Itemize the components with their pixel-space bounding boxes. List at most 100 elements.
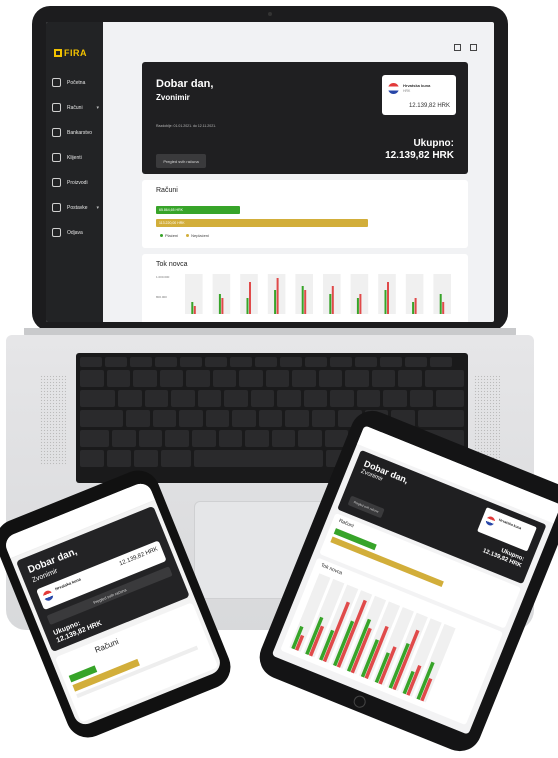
chart-bar[interactable] [414, 298, 417, 314]
chart-bar[interactable] [218, 294, 221, 314]
key [355, 357, 377, 367]
sidebar-item-proizvodi[interactable]: Proizvodi [46, 170, 103, 195]
chart-bar[interactable] [442, 302, 445, 314]
sidebar-item-racuni[interactable]: Računi ▾ [46, 95, 103, 120]
notification-icon[interactable] [454, 44, 461, 51]
key [224, 390, 248, 407]
key [118, 390, 142, 407]
key [112, 430, 136, 447]
chart-bar[interactable] [249, 282, 251, 314]
key [417, 410, 465, 427]
account-card[interactable]: Hrvatska kuna HRK 12.139,82 HRK [382, 75, 456, 115]
chart-bar[interactable] [221, 298, 224, 314]
sidebar-item-klijenti[interactable]: Klijenti [46, 145, 103, 170]
chart-bar[interactable] [329, 294, 332, 314]
home-icon [52, 78, 61, 87]
total-amount: 12.139,82 HRK [385, 150, 454, 161]
logo-text: FIRA [64, 48, 87, 58]
phone-account-amount: 12.139,82 HRK [118, 546, 159, 568]
key [285, 410, 309, 427]
sidebar-item-label: Odjava [67, 229, 83, 236]
tablet-invoices-title: Računi [337, 517, 355, 530]
chart-bar[interactable] [276, 278, 279, 314]
key [271, 430, 296, 447]
key [165, 430, 189, 447]
invoices-legend: Plaćeni Neplaćeni [160, 233, 209, 238]
sidebar-item-odjava[interactable]: Odjava [46, 220, 103, 245]
sidebar-item-bankarstvo[interactable]: Bankarstvo [46, 120, 103, 145]
laptop-screen: FIRA Početna Računi ▾ Bankarstvo Klijent… [46, 22, 494, 322]
legend-dot-paid [160, 234, 163, 237]
phone-invoices-title: Računi [93, 637, 120, 655]
chart-bar[interactable] [274, 290, 277, 314]
tablet-view-all-button[interactable]: Pregled svih računa [347, 495, 385, 519]
key [192, 430, 216, 447]
cashflow-chart: 1.000.000 800.000 [156, 274, 451, 314]
key [305, 357, 327, 367]
total-label: Ukupno: [413, 138, 454, 149]
invoices-card: Računi 65.864,65 HRK 113.220,00 HRK Plać… [142, 180, 468, 248]
chart-bar[interactable] [193, 306, 196, 314]
account-currency: HRK [403, 89, 411, 93]
key [280, 357, 302, 367]
key [380, 357, 402, 367]
invoices-title: Računi [156, 187, 178, 194]
hero-period: Razdoblje: 01.01.2021. do 12.11.2021. [156, 124, 217, 128]
key [265, 370, 290, 387]
key [298, 430, 322, 447]
chart-column-bg [405, 274, 424, 314]
key [138, 430, 163, 447]
key [186, 370, 210, 387]
key [133, 450, 158, 467]
settings-icon [52, 203, 61, 212]
chart-bar[interactable] [304, 290, 307, 314]
key [144, 390, 169, 407]
home-button[interactable] [351, 693, 368, 710]
document-icon [52, 103, 61, 112]
laptop-lid: FIRA Početna Računi ▾ Bankarstvo Klijent… [32, 6, 508, 331]
sidebar-nav: Početna Računi ▾ Bankarstvo Klijenti Pro… [46, 70, 103, 245]
legend-unpaid-label: Neplaćeni [191, 233, 209, 238]
chart-bar[interactable] [439, 294, 442, 314]
key [205, 357, 227, 367]
legend-dot-unpaid [186, 234, 190, 237]
legend-unpaid[interactable]: Neplaćeni [186, 233, 209, 238]
bank-icon [52, 128, 61, 137]
key [218, 430, 243, 447]
chart-bar[interactable] [387, 282, 389, 314]
chart-bar[interactable] [301, 286, 304, 314]
view-all-invoices-button[interactable]: Pregled svih računa [156, 154, 206, 168]
chart-bar[interactable] [246, 298, 249, 314]
key [409, 390, 434, 407]
paid-bar[interactable]: 65.864,65 HRK [156, 206, 240, 214]
chart-bar[interactable] [191, 302, 194, 314]
key [232, 410, 256, 427]
sidebar-item-label: Računi [67, 104, 83, 111]
account-amount: 12.139,82 HRK [408, 103, 450, 109]
sidebar-item-label: Klijenti [67, 154, 82, 161]
key [80, 450, 104, 467]
key [205, 410, 230, 427]
logo[interactable]: FIRA [54, 48, 87, 58]
calendar-icon[interactable] [470, 44, 477, 51]
legend-paid[interactable]: Plaćeni [160, 233, 178, 238]
chart-bar[interactable] [356, 298, 359, 314]
key [311, 410, 336, 427]
sidebar-item-postavke[interactable]: Postavke ▾ [46, 195, 103, 220]
chart-bar[interactable] [331, 286, 334, 314]
key [277, 390, 301, 407]
legend-paid-label: Plaćeni [165, 233, 179, 238]
chart-column-bg [323, 274, 341, 314]
key [436, 390, 464, 407]
sidebar-item-pocetna[interactable]: Početna [46, 70, 103, 95]
chart-column-bg [212, 274, 231, 314]
key [245, 430, 269, 447]
unpaid-bar[interactable]: 113.220,00 HRK [156, 219, 368, 227]
key [292, 370, 316, 387]
chart-bar[interactable] [359, 294, 362, 314]
key [133, 370, 157, 387]
key [371, 370, 396, 387]
chart-bar[interactable] [384, 290, 387, 314]
chart-bar[interactable] [412, 302, 415, 314]
croatia-flag-icon [388, 83, 399, 94]
